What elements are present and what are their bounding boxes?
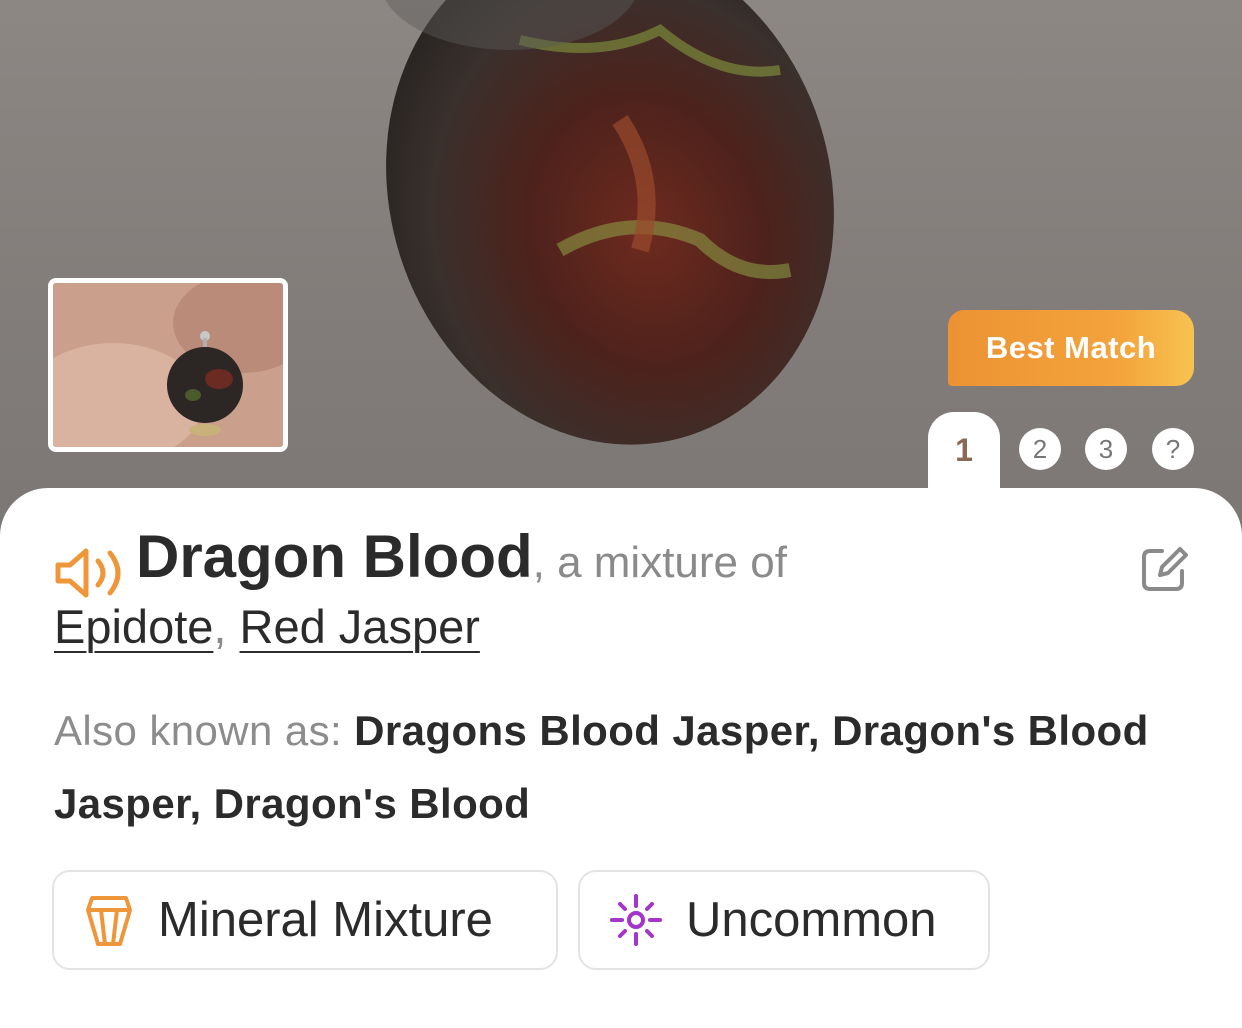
component-link-epidote[interactable]: Epidote xyxy=(54,600,213,653)
thumbnail-photo[interactable] xyxy=(48,278,288,452)
edit-icon[interactable] xyxy=(1140,545,1188,593)
aka-label: Also known as: xyxy=(54,707,355,754)
specimen-name: Dragon Blood xyxy=(136,523,533,590)
component-links: Epidote, Red Jasper xyxy=(54,592,480,662)
tag-label: Uncommon xyxy=(686,893,937,947)
sparkle-icon xyxy=(610,894,662,946)
page-tab-3[interactable]: 3 xyxy=(1085,428,1127,470)
name-separator: , xyxy=(532,538,545,587)
page-tab-1[interactable]: 1 xyxy=(928,412,1000,502)
thumbnail-image xyxy=(53,283,283,447)
also-known-as: Also known as: Dragons Blood Jasper, Dra… xyxy=(54,694,1184,840)
tag-mineral-mixture[interactable]: Mineral Mixture xyxy=(52,870,558,970)
best-match-badge: Best Match xyxy=(948,310,1194,386)
stone-image xyxy=(385,0,834,445)
tag-label: Mineral Mixture xyxy=(158,893,493,947)
page-tab-unknown[interactable]: ? xyxy=(1152,428,1194,470)
component-link-red-jasper[interactable]: Red Jasper xyxy=(240,600,480,653)
page-tab-2[interactable]: 2 xyxy=(1019,428,1061,470)
crystal-icon xyxy=(86,896,132,946)
component-separator: , xyxy=(213,600,227,653)
tag-uncommon[interactable]: Uncommon xyxy=(578,870,990,970)
mixture-text: a mixture of xyxy=(544,538,787,587)
